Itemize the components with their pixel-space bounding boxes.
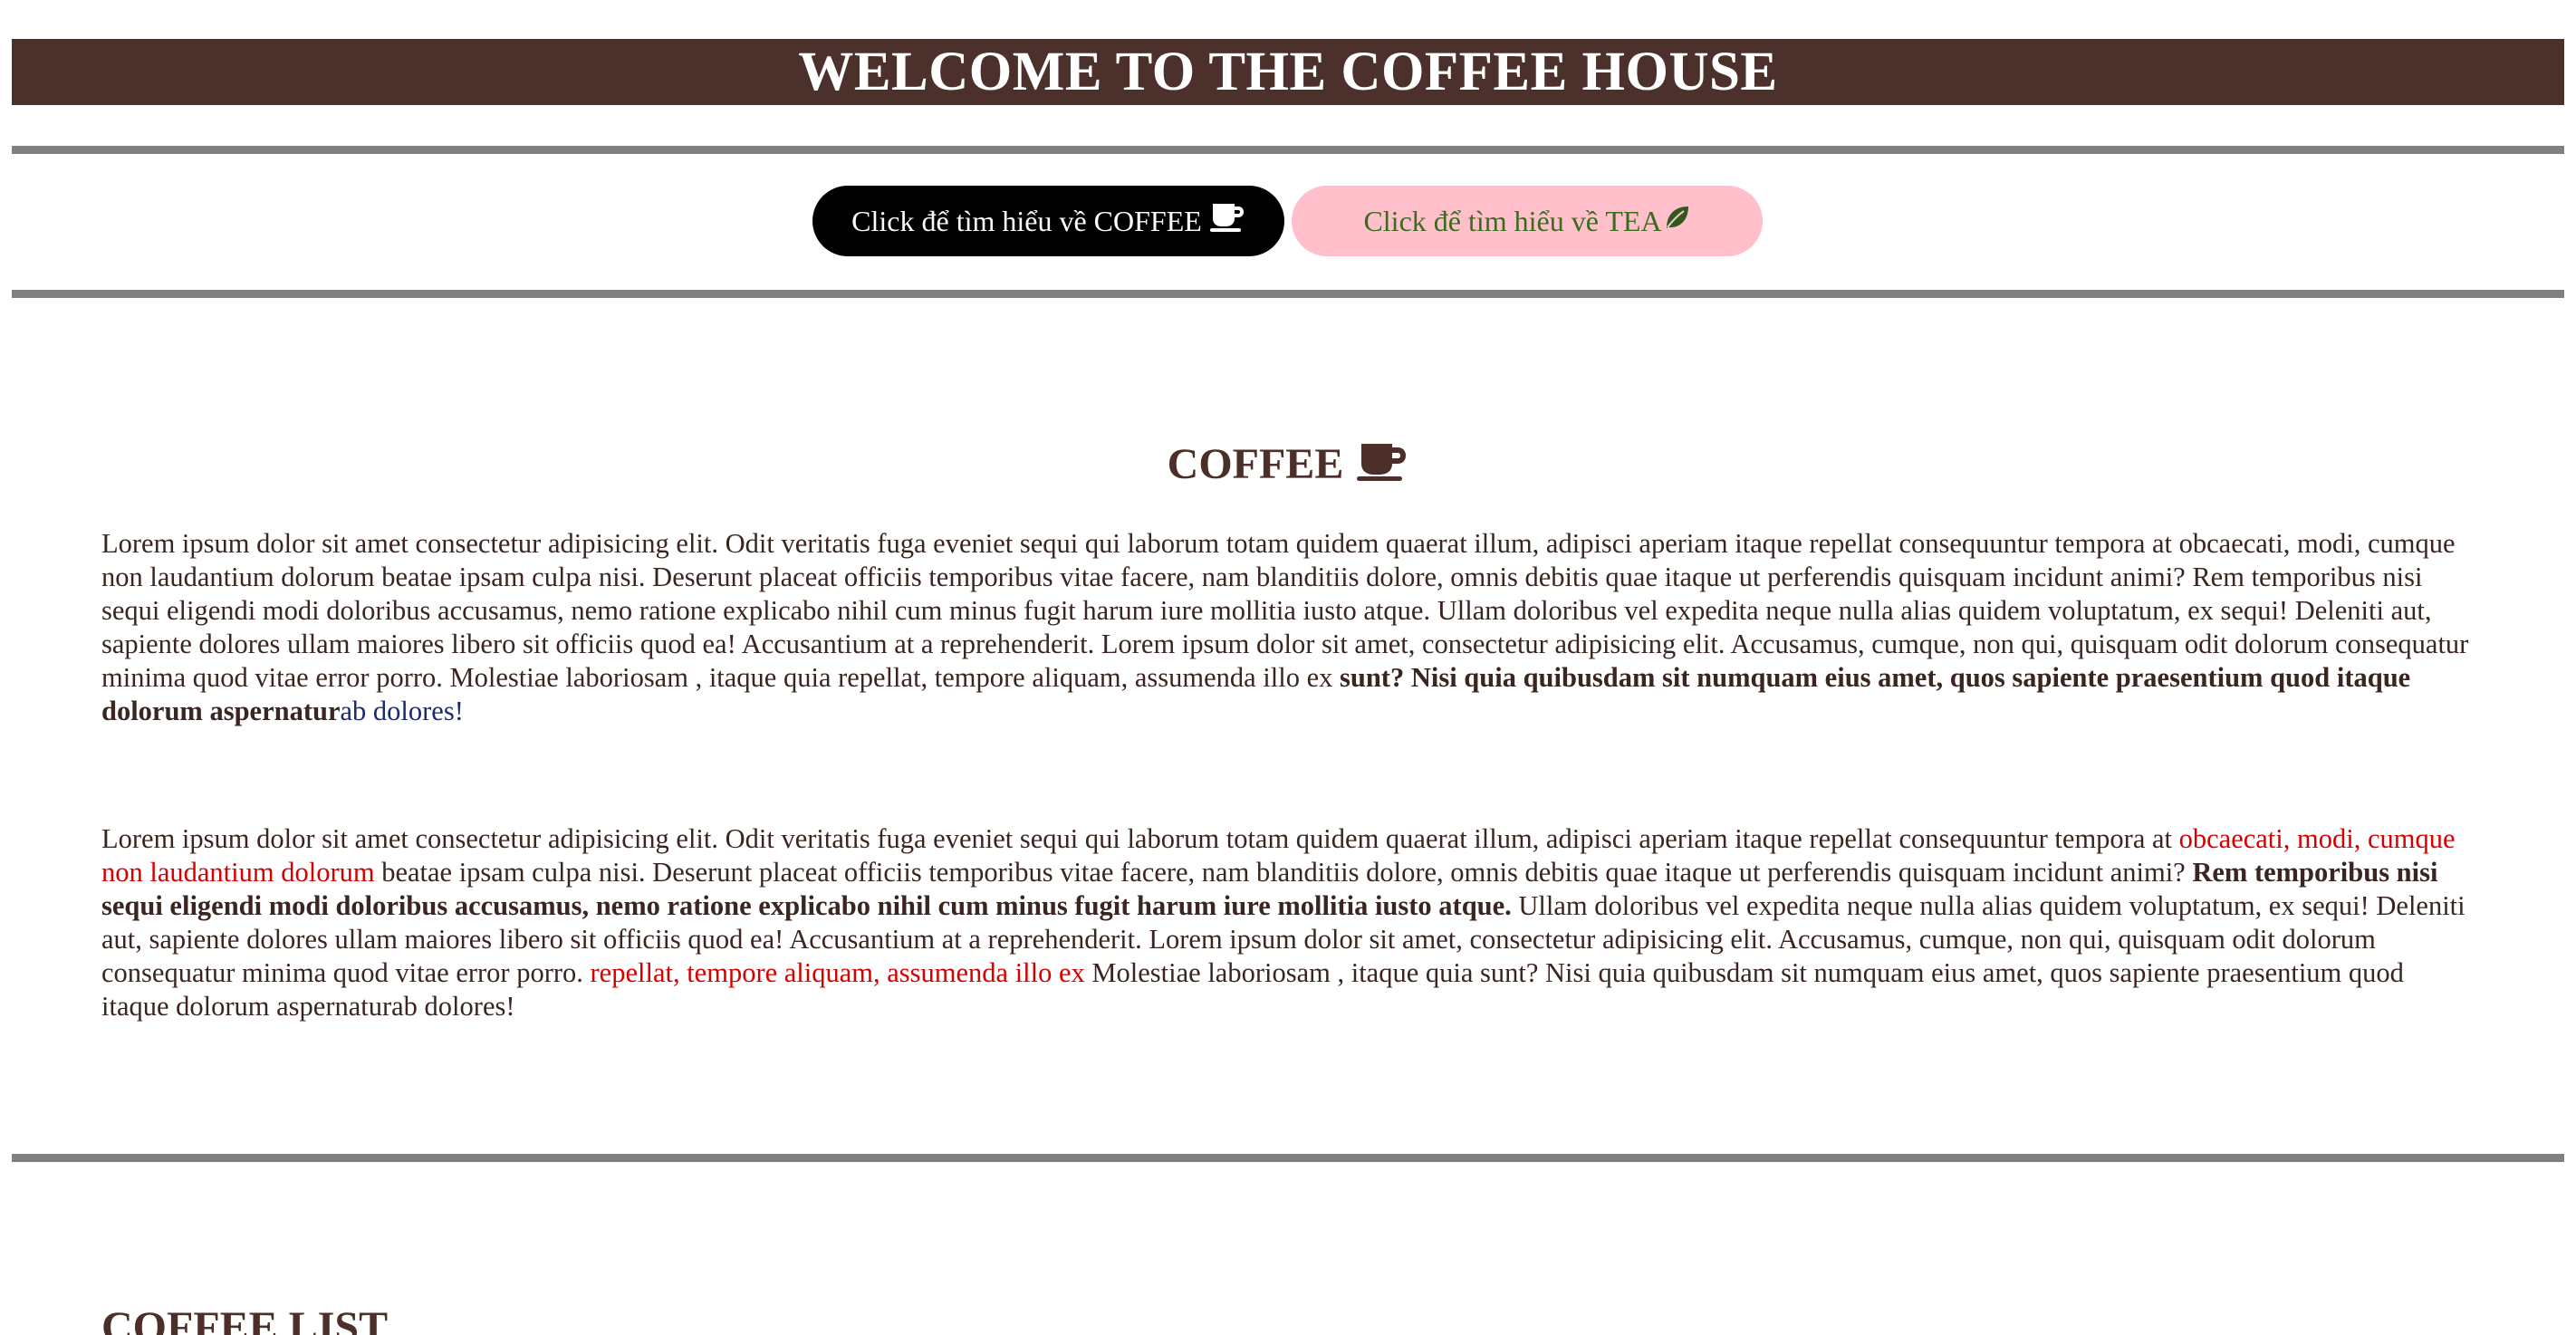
coffee-button-label: Click để tìm hiểu về COFFEE <box>851 204 1202 237</box>
coffee-list-title: COFFEE LIST <box>101 1303 389 1335</box>
coffee-paragraph-1: Lorem ipsum dolor sit amet consectetur a… <box>101 527 2475 728</box>
coffee-cup-icon <box>1356 437 1408 500</box>
coffee-cup-icon <box>1209 202 1245 240</box>
tea-button-label: Click để tìm hiểu về TEA <box>1363 204 1662 237</box>
header-banner: WELCOME TO THE COFFEE HOUSE <box>12 39 2564 105</box>
paragraph-link[interactable]: ab dolores! <box>341 696 464 726</box>
divider <box>12 290 2564 298</box>
coffee-paragraph-2: Lorem ipsum dolor sit amet consectetur a… <box>101 822 2475 1023</box>
leaf-icon <box>1664 204 1691 238</box>
divider <box>12 1154 2564 1162</box>
paragraph-red-text: repellat, tempore aliquam, assumenda ill… <box>590 957 1085 988</box>
topic-buttons: Click để tìm hiểu về COFFEE Click để tìm… <box>0 186 2576 256</box>
tea-button[interactable]: Click để tìm hiểu về TEA <box>1292 186 1763 256</box>
paragraph-text: beatae ipsam culpa nisi. Deserunt placea… <box>374 857 2193 888</box>
paragraph-text: Lorem ipsum dolor sit amet consectetur a… <box>101 823 2179 854</box>
coffee-button[interactable]: Click để tìm hiểu về COFFEE <box>812 186 1284 256</box>
coffee-section-title: COFFEE <box>0 433 2576 500</box>
divider <box>12 146 2564 154</box>
coffee-section-title-text: COFFEE <box>1167 440 1344 488</box>
page-title: WELCOME TO THE COFFEE HOUSE <box>798 42 1778 102</box>
